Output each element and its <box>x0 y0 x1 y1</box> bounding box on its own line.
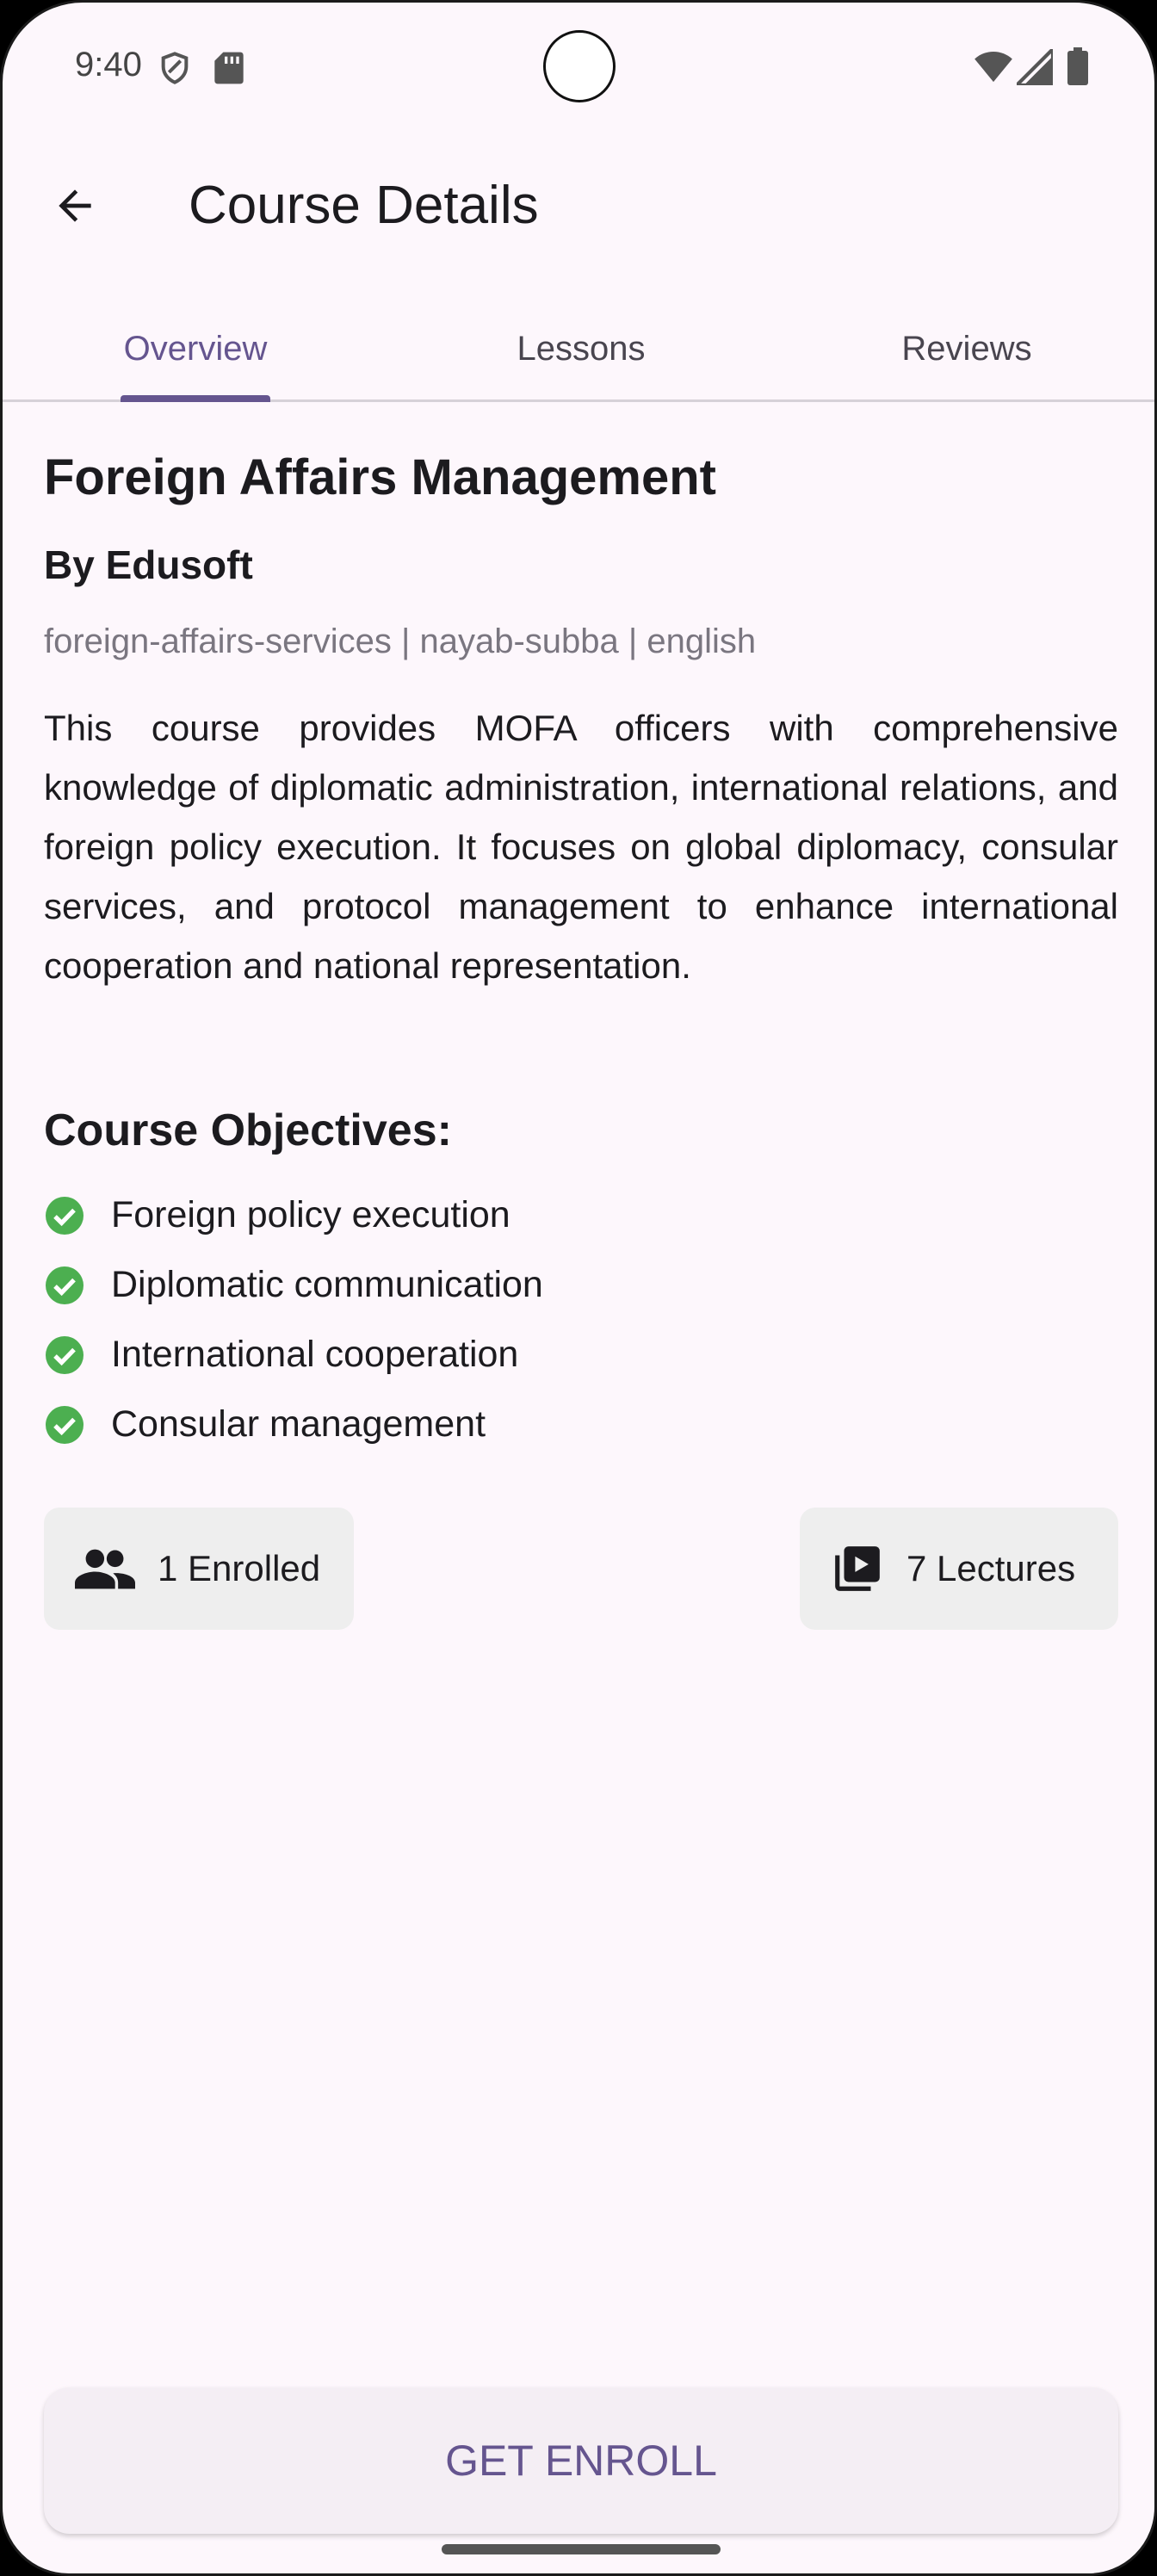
status-bar: 9:40 <box>3 3 1154 132</box>
objective-text: Diplomatic communication <box>111 1264 543 1305</box>
list-item: Consular management <box>44 1390 1077 1459</box>
objective-text: Foreign policy execution <box>111 1194 510 1235</box>
enrolled-count: 1 Enrolled <box>158 1548 321 1588</box>
enrolled-stat: 1 Enrolled <box>44 1508 354 1630</box>
video-library-icon <box>835 1546 880 1591</box>
check-circle-icon <box>46 1266 84 1304</box>
objective-text: International cooperation <box>111 1334 519 1375</box>
battery-icon <box>1067 47 1088 85</box>
wifi-icon <box>974 51 1012 83</box>
get-enroll-button[interactable]: GET ENROLL <box>44 2387 1118 2534</box>
tab-reviews[interactable]: Reviews <box>774 295 1154 402</box>
tab-label: Lessons <box>517 329 646 368</box>
list-item: International cooperation <box>44 1320 1077 1390</box>
tab-lessons[interactable]: Lessons <box>388 295 774 402</box>
course-description: This course provides MOFA officers with … <box>44 708 1118 986</box>
objectives-heading: Course Objectives: <box>44 1105 452 1155</box>
course-title: Foreign Affairs Management <box>44 449 716 505</box>
course-tags: foreign-affairs-services | nayab-subba |… <box>44 622 757 660</box>
signal-icon <box>1017 49 1053 85</box>
app-screen: 9:40 Course Details Overview Lessons Rev… <box>0 0 1157 2576</box>
course-author: By Edusoft <box>44 542 253 587</box>
tab-overview[interactable]: Overview <box>3 295 388 402</box>
page-title: Course Details <box>189 176 539 235</box>
status-time: 9:40 <box>75 46 142 84</box>
objective-text: Consular management <box>111 1403 486 1445</box>
check-circle-icon <box>46 1196 84 1235</box>
arrow-back-icon <box>59 189 91 222</box>
list-item: Foreign policy execution <box>44 1180 1077 1250</box>
tab-label: Reviews <box>901 329 1032 368</box>
check-circle-icon <box>46 1405 84 1444</box>
list-item: Diplomatic communication <box>44 1250 1077 1320</box>
tab-indicator <box>121 395 270 402</box>
tab-bar: Overview Lessons Reviews <box>3 295 1154 402</box>
home-indicator[interactable] <box>442 2544 721 2554</box>
back-button[interactable] <box>40 171 109 240</box>
lectures-count: 7 Lectures <box>906 1548 1076 1588</box>
shield-icon <box>161 52 189 84</box>
check-circle-icon <box>46 1335 84 1374</box>
tab-label: Overview <box>123 329 268 368</box>
people-icon <box>75 1549 135 1589</box>
camera-cutout <box>543 30 616 102</box>
sd-card-icon <box>214 52 244 84</box>
lectures-stat: 7 Lectures <box>800 1508 1118 1630</box>
objectives-list: Foreign policy execution Diplomatic comm… <box>44 1180 1077 1459</box>
